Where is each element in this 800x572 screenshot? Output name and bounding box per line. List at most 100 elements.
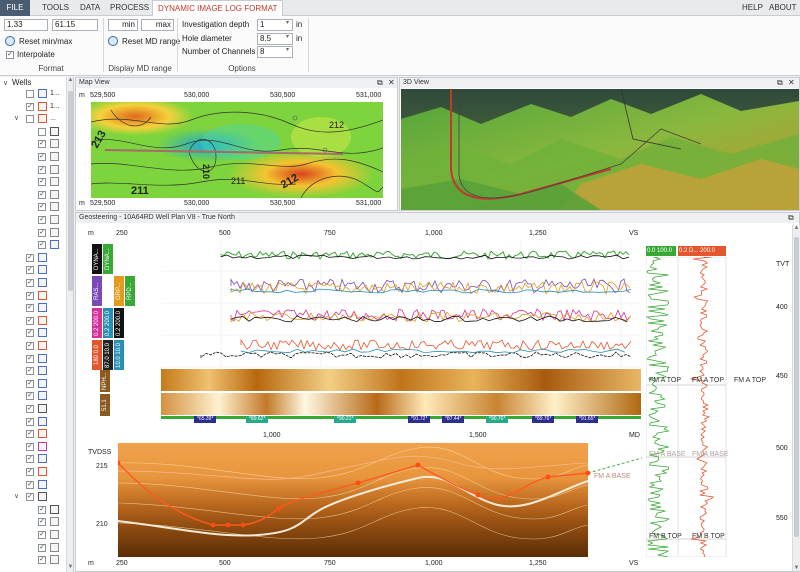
tree-item[interactable]: ✓: [0, 315, 66, 327]
tree-item[interactable]: ✓: [0, 366, 66, 377]
tree-item[interactable]: ✓: [0, 278, 66, 289]
tree-item[interactable]: ✓: [0, 240, 66, 251]
3d-terrain-canvas[interactable]: [401, 89, 799, 210]
trajectory-marker[interactable]: [275, 506, 281, 512]
tree-item-checkbox[interactable]: ✓: [38, 216, 46, 224]
tree-item-checkbox[interactable]: ✓: [26, 253, 34, 262]
track-label[interactable]: NPH...: [100, 370, 110, 392]
tree-item[interactable]: ✓: [0, 517, 66, 528]
md-max-input[interactable]: max: [141, 19, 174, 31]
tree-item-checkbox[interactable]: ✓: [26, 430, 34, 439]
trajectory-marker[interactable]: [225, 522, 231, 528]
menu-file[interactable]: FILE: [0, 0, 30, 16]
track-label[interactable]: 51.1: [100, 394, 110, 416]
menu-dynamic-image-log-format[interactable]: DYNAMIC IMAGE LOG FORMAT: [152, 0, 284, 17]
tree-item-checkbox[interactable]: ✓: [26, 316, 34, 325]
trajectory-marker[interactable]: [240, 522, 246, 528]
menu-tools[interactable]: TOOLS: [42, 0, 69, 16]
tree-item[interactable]: ✓: [0, 341, 66, 352]
trajectory-marker[interactable]: [355, 480, 361, 486]
track-label[interactable]: 10.0 10.0: [114, 340, 124, 370]
tree-item-checkbox[interactable]: ✓: [26, 354, 34, 363]
tree-item[interactable]: ✓: [0, 378, 66, 390]
chevron-down-icon[interactable]: ▾: [286, 19, 289, 26]
close-icon[interactable]: ✕: [788, 78, 795, 88]
tree-item[interactable]: ✓: [0, 391, 66, 402]
tree-item[interactable]: ✓: [0, 177, 66, 188]
reset-md-range-button[interactable]: Reset MD range: [122, 37, 180, 47]
geosteering-scrollbar[interactable]: ▲ ▼: [792, 225, 800, 571]
tree-item[interactable]: ✓: [0, 416, 66, 428]
format-max-input[interactable]: 61.15: [52, 19, 98, 31]
tree-item-checkbox[interactable]: ✓: [38, 153, 46, 161]
tree-item-checkbox[interactable]: ✓: [26, 468, 34, 476]
tree-item[interactable]: ✓: [0, 215, 66, 226]
track-label[interactable]: 0.2 200.0: [103, 308, 113, 338]
track-label[interactable]: DYNA...: [92, 244, 102, 274]
menu-process[interactable]: PROCESS: [110, 0, 149, 16]
track-label[interactable]: 180 0.0: [92, 340, 102, 370]
tree-item-checkbox[interactable]: ✓: [26, 291, 34, 300]
tree-item[interactable]: ✓: [0, 152, 66, 163]
tree-item-checkbox[interactable]: ✓: [38, 203, 46, 212]
tree-item-checkbox[interactable]: ✓: [38, 190, 46, 199]
tree-item-checkbox[interactable]: ✓: [26, 102, 34, 111]
menu-data[interactable]: DATA: [80, 0, 100, 16]
tree-item-checkbox[interactable]: [26, 90, 34, 98]
interpolate-checkbox[interactable]: ✓: [6, 51, 14, 59]
track-label[interactable]: DYNA...: [103, 244, 113, 274]
tree-item-checkbox[interactable]: ✓: [38, 241, 46, 250]
track-label[interactable]: RAS...: [92, 276, 102, 306]
tree-item[interactable]: ✓: [0, 290, 66, 302]
tree-item[interactable]: 1...: [0, 89, 66, 100]
tree-item[interactable]: ✓: [0, 504, 66, 516]
restore-icon[interactable]: ⧉: [788, 213, 794, 223]
chevron-down-icon[interactable]: ▾: [286, 46, 289, 53]
tree-item-checkbox[interactable]: ✓: [38, 165, 46, 174]
tree-item[interactable]: ✓: [0, 164, 66, 176]
tree-item-checkbox[interactable]: ✓: [26, 379, 34, 388]
track-label[interactable]: 0.2 200.0: [92, 308, 102, 338]
tree-item[interactable]: ✓: [0, 429, 66, 440]
tree-item-checkbox[interactable]: ✓: [38, 518, 46, 527]
menu-about[interactable]: ABOUT: [769, 0, 797, 16]
tree-item[interactable]: ✓: [0, 542, 66, 554]
tree-item-checkbox[interactable]: ✓: [38, 543, 46, 552]
track-label[interactable]: 87.0 10.0: [103, 340, 113, 370]
tree-item[interactable]: ... ∨: [0, 114, 66, 125]
tree-item[interactable]: ✓: [0, 530, 66, 541]
tree-item-checkbox[interactable]: ✓: [26, 480, 34, 489]
tree-item-checkbox[interactable]: ✓: [26, 442, 34, 451]
trajectory-marker[interactable]: [545, 474, 551, 480]
md-min-input[interactable]: min: [108, 19, 138, 31]
tree-item-checkbox[interactable]: ✓: [26, 266, 34, 275]
tree-item-checkbox[interactable]: ✓: [26, 392, 34, 401]
trajectory-marker[interactable]: [475, 492, 481, 498]
tree-item[interactable]: ✓: [0, 404, 66, 415]
tree-item[interactable]: ✓: [0, 265, 66, 276]
menu-help[interactable]: HELP: [742, 0, 763, 16]
reset-minmax-icon[interactable]: [5, 36, 15, 46]
expand-icon[interactable]: ∨: [14, 492, 19, 500]
expand-icon[interactable]: ∨: [14, 114, 19, 122]
tree-item[interactable]: ✓: [0, 467, 66, 478]
tree-item[interactable]: ✓ 1...: [0, 101, 66, 113]
log-tracks[interactable]: [161, 241, 641, 419]
reset-minmax-button[interactable]: Reset min/max: [19, 37, 72, 47]
tree-item[interactable]: [0, 126, 66, 138]
tree-item-checkbox[interactable]: ✓: [38, 505, 46, 514]
tree-item[interactable]: ✓ ∨: [0, 492, 66, 503]
tree-root-label[interactable]: Wells: [12, 78, 31, 88]
tree-item[interactable]: ✓: [0, 479, 66, 491]
tree-item-checkbox[interactable]: ✓: [38, 140, 46, 149]
tree-item-checkbox[interactable]: ✓: [38, 556, 46, 565]
tree-item-checkbox[interactable]: ✓: [26, 342, 34, 350]
tree-item[interactable]: ✓: [0, 454, 66, 465]
map-contour-plot[interactable]: 213 212 211 210 212 211: [91, 102, 383, 198]
tree-item[interactable]: ✓: [0, 202, 66, 213]
format-min-input[interactable]: 1.33: [4, 19, 48, 31]
tree-item[interactable]: ✓: [0, 189, 66, 201]
restore-icon[interactable]: ⧉: [777, 78, 783, 88]
tree-item-checkbox[interactable]: ✓: [26, 304, 34, 313]
tree-item-checkbox[interactable]: ✓: [26, 417, 34, 426]
